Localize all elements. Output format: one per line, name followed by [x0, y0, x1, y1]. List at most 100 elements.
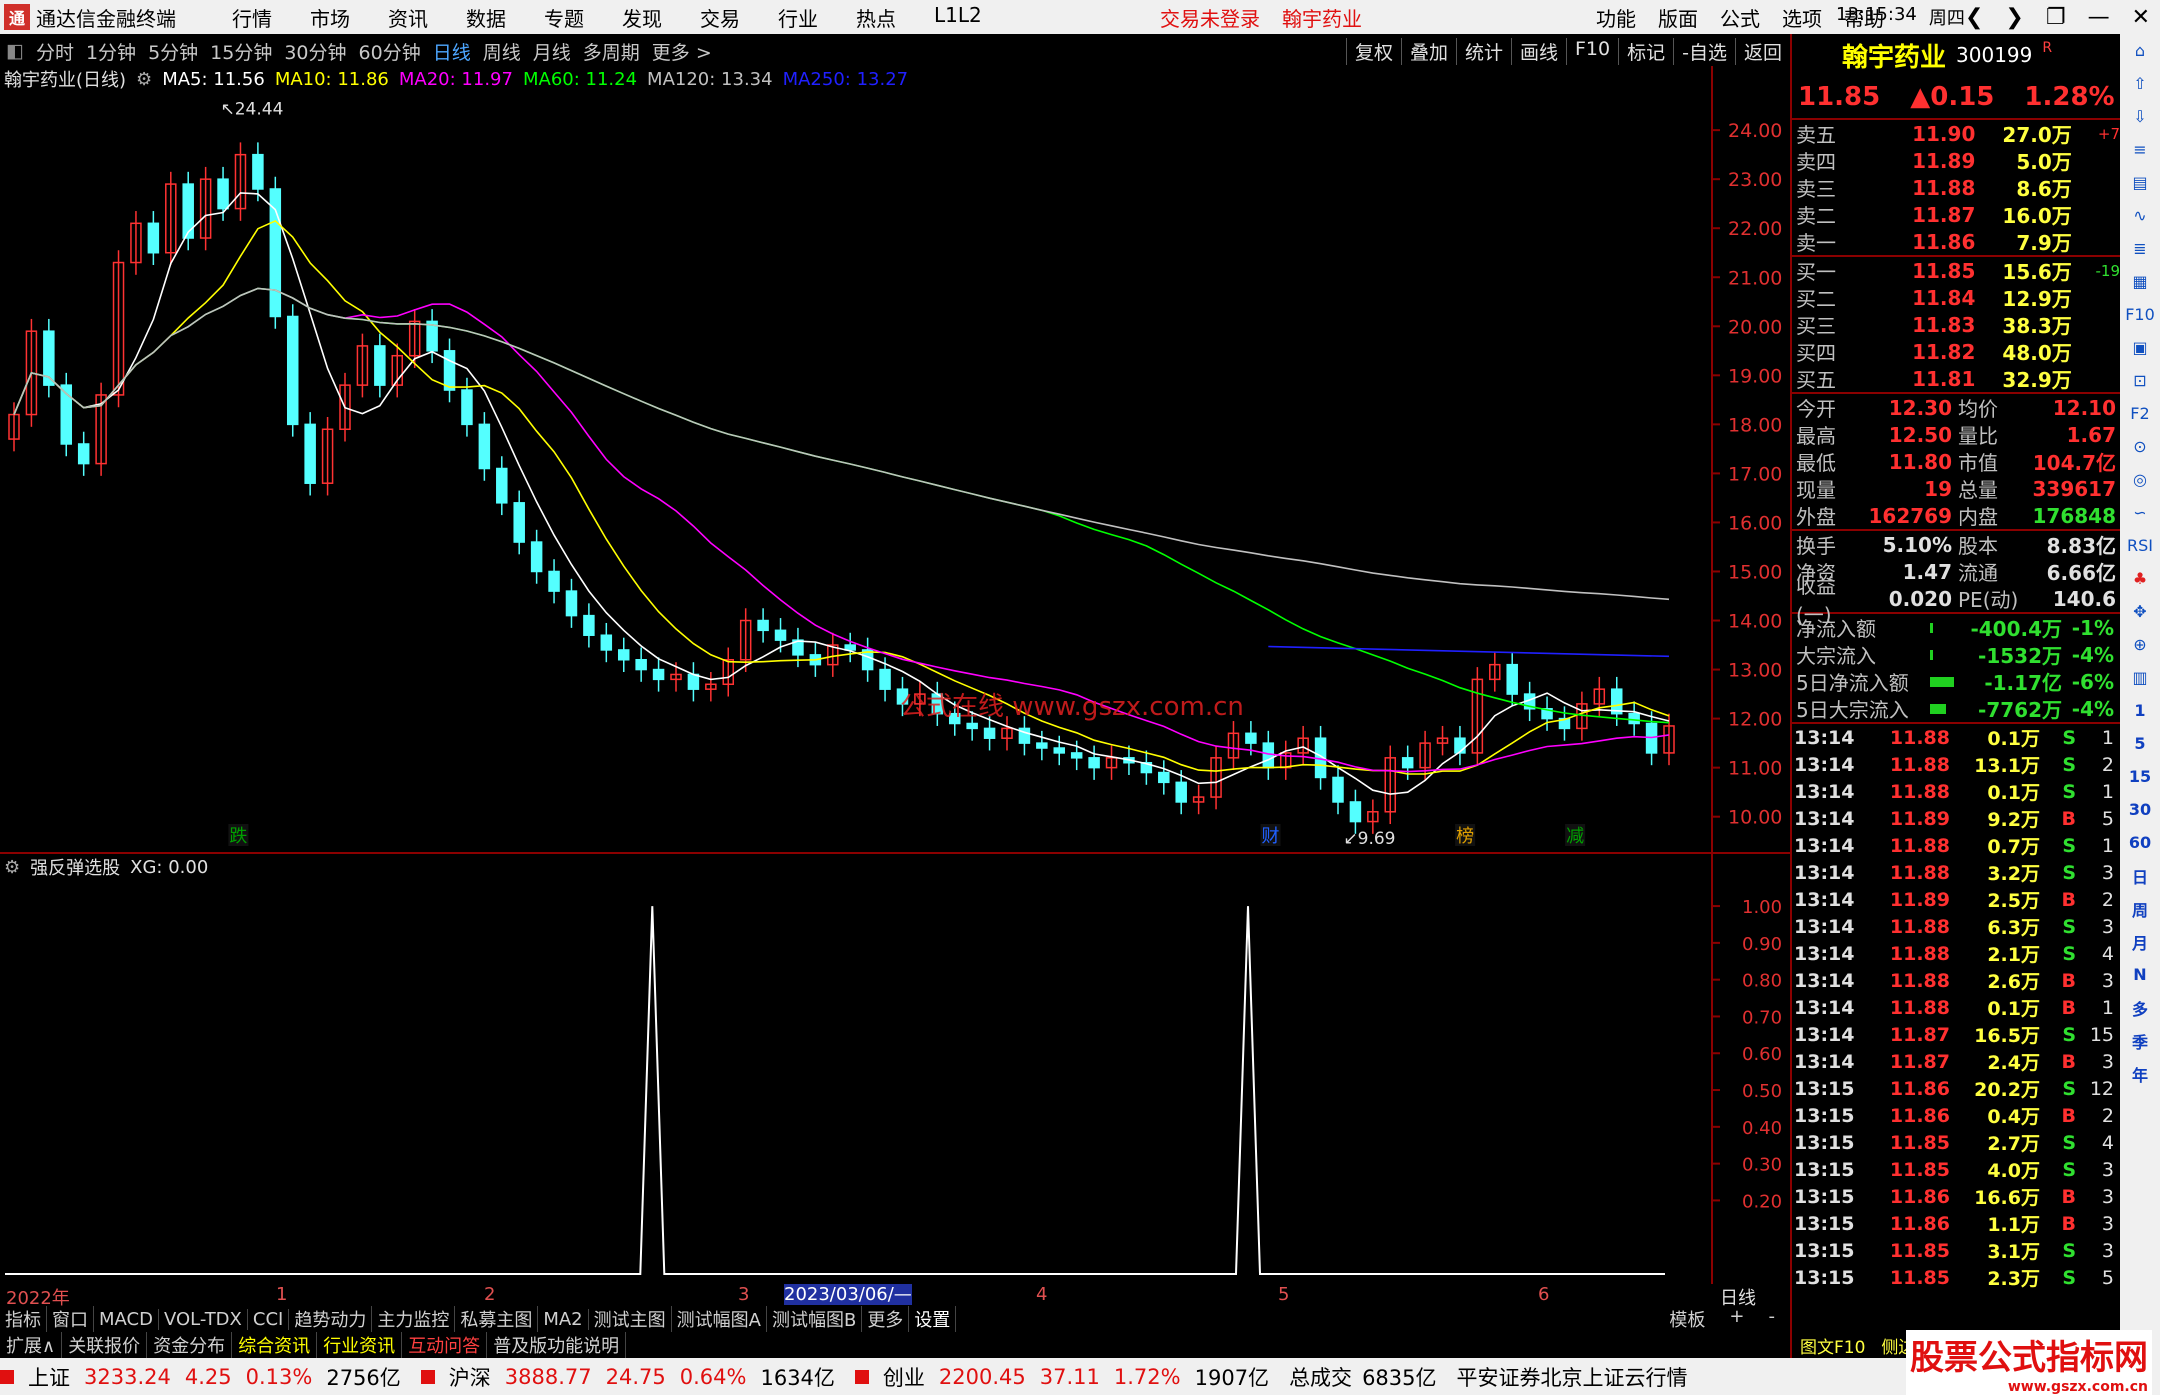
close-icon[interactable]: ✕	[2132, 5, 2150, 30]
sidebar-icon-9[interactable]: ▣	[2122, 331, 2158, 364]
period-tab-4[interactable]: 30分钟	[278, 38, 352, 65]
sidebar-icon-27[interactable]: 月	[2122, 925, 2158, 958]
sidebar-icon-12[interactable]: ⊙	[2122, 430, 2158, 463]
menu-item-8[interactable]: 热点	[856, 3, 896, 32]
right-menu-item-0[interactable]: 功能	[1596, 3, 1636, 32]
indicator-chart[interactable]: 0.20 0.30 0.40 0.50 0.60 0.70 0.80 0.90 1.00 ⚙ 强…	[0, 854, 1790, 1284]
indicator-tab-3[interactable]: VOL-TDX	[159, 1308, 248, 1330]
extension-tab-6[interactable]: 普及版功能说明	[487, 1332, 627, 1358]
indicator-tab-1[interactable]: 窗口	[47, 1306, 94, 1332]
kline-svg[interactable]: 10.00 11.00 12.00 13.00 14.00 15.00 16.00 17.00…	[0, 66, 1790, 854]
indicator-tab-5[interactable]: 趋势动力	[289, 1306, 373, 1332]
bid-row[interactable]: 买四 11.82 48.0万	[1792, 338, 2120, 366]
extension-tab-3[interactable]: 综合资讯	[232, 1332, 318, 1358]
extension-tab-4[interactable]: 行业资讯	[317, 1332, 403, 1358]
extension-tab-5[interactable]: 互动问答	[402, 1332, 488, 1358]
bid-row[interactable]: 买一 11.85 15.6万 -19	[1792, 257, 2120, 285]
indicator-tab-7[interactable]: 私募主图	[455, 1306, 539, 1332]
menu-item-2[interactable]: 资讯	[388, 3, 428, 32]
ask-row[interactable]: 卖四 11.89 5.0万	[1792, 147, 2120, 175]
menu-item-9[interactable]: L1L2	[934, 3, 982, 32]
sidebar-icon-6[interactable]: ≣	[2122, 232, 2158, 265]
right-menu-item-1[interactable]: 版面	[1658, 3, 1698, 32]
indicator-tab-12[interactable]: 更多	[862, 1306, 910, 1332]
menu-item-7[interactable]: 行业	[778, 3, 818, 32]
back-icon[interactable]: ❮	[1965, 5, 1983, 30]
indicator-tab-13[interactable]: 设置	[909, 1306, 957, 1332]
sidebar-icon-29[interactable]: 多	[2122, 991, 2158, 1024]
sidebar-icon-23[interactable]: 30	[2122, 793, 2158, 826]
period-tab-8[interactable]: 月线	[527, 38, 577, 65]
legend-settings-icon[interactable]: ⚙	[136, 69, 152, 90]
index-item[interactable]: 沪深 3888.77 24.75 0.64% 1634亿	[420, 1362, 835, 1392]
sidebar-icon-21[interactable]: 5	[2122, 727, 2158, 760]
bid-row[interactable]: 买五 11.81 32.9万	[1792, 365, 2120, 393]
menu-item-5[interactable]: 发现	[622, 3, 662, 32]
chart-tool-6[interactable]: -自选	[1673, 37, 1735, 65]
sidebar-icon-0[interactable]: ⌂	[2122, 34, 2158, 67]
period-tab-7[interactable]: 周线	[477, 38, 527, 65]
ask-row[interactable]: 卖一 11.86 7.9万	[1792, 228, 2120, 256]
menu-item-6[interactable]: 交易	[700, 3, 740, 32]
extension-tab-2[interactable]: 资金分布	[147, 1332, 233, 1358]
chart-tool-0[interactable]: 复权	[1345, 37, 1401, 65]
sidebar-icon-2[interactable]: ⇩	[2122, 100, 2158, 133]
sidebar-icon-10[interactable]: ⊡	[2122, 364, 2158, 397]
indicator-svg[interactable]: 0.20 0.30 0.40 0.50 0.60 0.70 0.80 0.90 1.00	[0, 854, 1790, 1284]
sidebar-icon-18[interactable]: ⊕	[2122, 628, 2158, 661]
toolbar-toggle-icon[interactable]: ◧	[0, 40, 30, 62]
period-tab-2[interactable]: 5分钟	[142, 38, 204, 65]
period-tab-0[interactable]: 分时	[30, 38, 80, 65]
indicator-tab-2[interactable]: MACD	[94, 1308, 159, 1330]
indicator-settings-icon[interactable]: ⚙	[4, 857, 20, 878]
restore-icon[interactable]: ❐	[2046, 5, 2066, 30]
bid-row[interactable]: 买三 11.83 38.3万	[1792, 311, 2120, 339]
extension-tab-1[interactable]: 关联报价	[62, 1332, 148, 1358]
ask-row[interactable]: 卖三 11.88 8.6万	[1792, 174, 2120, 202]
sidebar-icon-28[interactable]: N	[2122, 958, 2158, 991]
event-marker[interactable]: 跌	[229, 826, 247, 847]
right-menu-item-2[interactable]: 公式	[1720, 3, 1760, 32]
sidebar-icon-16[interactable]: ♣	[2122, 562, 2158, 595]
sidebar-icon-13[interactable]: ◎	[2122, 463, 2158, 496]
sidebar-icon-1[interactable]: ⇧	[2122, 67, 2158, 100]
chart-tool-2[interactable]: 统计	[1455, 37, 1511, 65]
period-tab-6[interactable]: 日线	[427, 38, 477, 65]
sidebar-icon-20[interactable]: 1	[2122, 694, 2158, 727]
indicator-tab-8[interactable]: MA2	[538, 1308, 589, 1330]
sidebar-icon-11[interactable]: F2	[2122, 397, 2158, 430]
sidebar-icon-22[interactable]: 15	[2122, 760, 2158, 793]
sidebar-icon-19[interactable]: ▥	[2122, 661, 2158, 694]
sidebar-icon-26[interactable]: 周	[2122, 892, 2158, 925]
trade-login-status[interactable]: 交易未登录	[1160, 3, 1260, 32]
broker-name[interactable]: 平安证券北京上证云行情	[1457, 1362, 1688, 1392]
period-tab-10[interactable]: 更多 >	[646, 38, 718, 65]
chart-tool-7[interactable]: 返回	[1734, 37, 1790, 65]
sidebar-icon-24[interactable]: 60	[2122, 826, 2158, 859]
sidebar-icon-14[interactable]: ∽	[2122, 496, 2158, 529]
forward-icon[interactable]: ❯	[2005, 5, 2023, 30]
index-item[interactable]: 上证 3233.24 4.25 0.13% 2756亿	[0, 1362, 401, 1392]
indicator-tab-right-1[interactable]: +	[1724, 1306, 1749, 1332]
bid-row[interactable]: 买二 11.84 12.9万	[1792, 284, 2120, 312]
sidebar-icon-7[interactable]: ▦	[2122, 265, 2158, 298]
minimize-icon[interactable]: —	[2088, 5, 2110, 30]
menu-item-0[interactable]: 行情	[232, 3, 272, 32]
sidebar-icon-17[interactable]: ✥	[2122, 595, 2158, 628]
event-marker[interactable]: 减	[1566, 826, 1584, 847]
menu-item-1[interactable]: 市场	[310, 3, 350, 32]
sidebar-icon-5[interactable]: ∿	[2122, 199, 2158, 232]
sidebar-icon-25[interactable]: 日	[2122, 859, 2158, 892]
tick-list[interactable]: 13:14 11.88 0.1万 S 1 13:14 11.88 13.1万 S 2 13:14 11…	[1792, 724, 2120, 1291]
indicator-tab-right-2[interactable]: -	[1764, 1306, 1781, 1332]
indicator-tab-10[interactable]: 测试幅图A	[672, 1306, 767, 1332]
indicator-tab-9[interactable]: 测试主图	[589, 1306, 672, 1332]
period-tab-5[interactable]: 60分钟	[353, 38, 427, 65]
indicator-tab-11[interactable]: 测试幅图B	[767, 1306, 863, 1332]
right-menu-item-3[interactable]: 选项	[1782, 3, 1822, 32]
sidebar-icon-15[interactable]: RSI	[2122, 529, 2158, 562]
sidebar-icon-3[interactable]: ≡	[2122, 133, 2158, 166]
period-tab-9[interactable]: 多周期	[577, 38, 646, 65]
sidebar-icon-31[interactable]: 年	[2122, 1057, 2158, 1090]
extension-tab-0[interactable]: 扩展∧	[0, 1332, 63, 1358]
